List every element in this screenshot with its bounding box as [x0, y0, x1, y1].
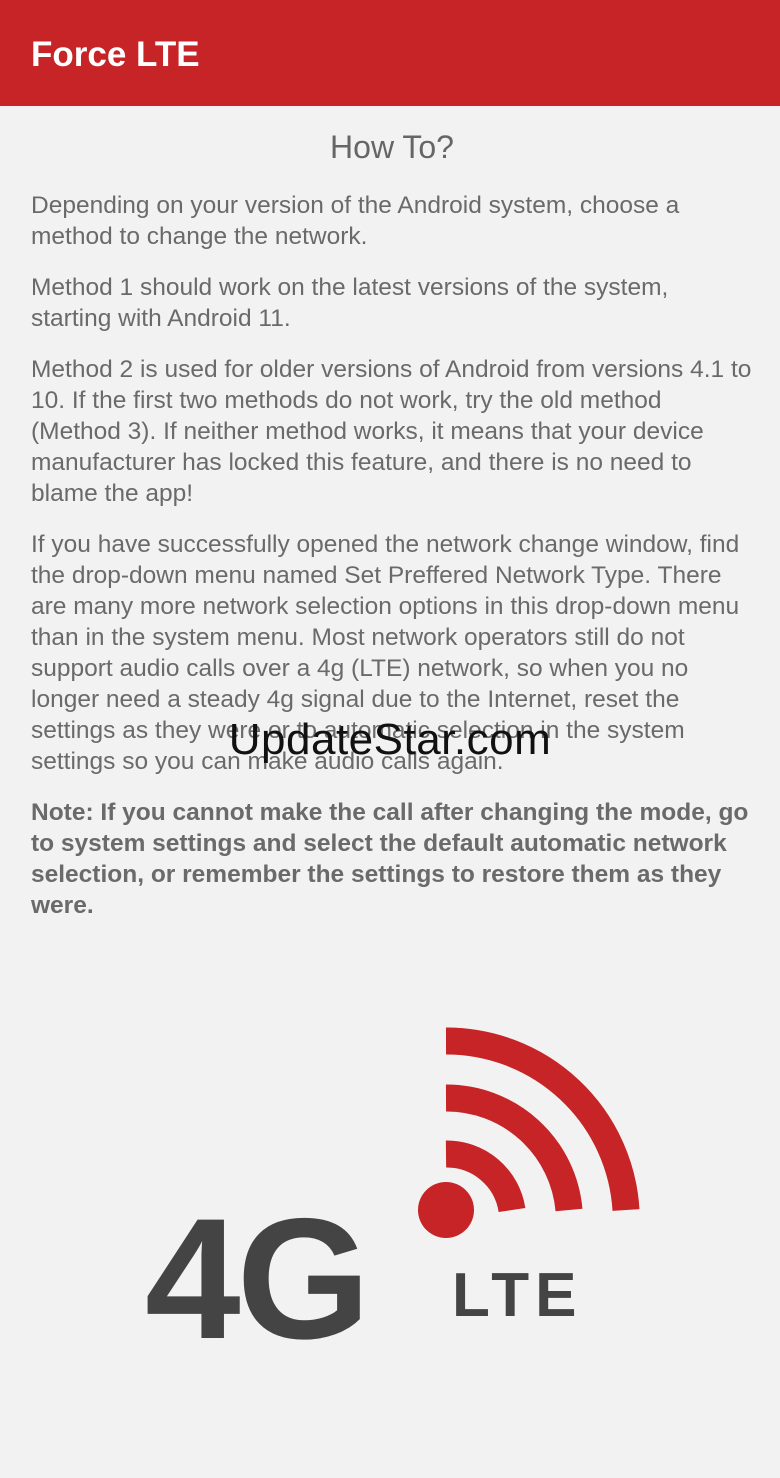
logo-lte-text: LTE: [452, 1261, 583, 1330]
page-heading: How To?: [330, 129, 454, 165]
paragraph-method-2: Method 2 is used for older versions of A…: [31, 356, 752, 507]
app-title: Force LTE: [31, 35, 200, 74]
paragraph-method-1: Method 1 should work on the latest versi…: [31, 274, 669, 332]
paragraph-intro: Depending on your version of the Android…: [31, 192, 680, 250]
signal-dot-icon: [418, 1182, 474, 1238]
4g-lte-logo: 4G LTE: [145, 1027, 640, 1350]
how-to-content: How To? Depending on your version of the…: [31, 106, 753, 941]
signal-waves-icon: [445, 1027, 640, 1213]
watermark: UpdateStar.com: [228, 715, 552, 764]
paragraph-note: Note: If you cannot make the call after …: [31, 799, 749, 919]
app-bar: Force LTE: [0, 0, 780, 106]
logo-4g-text: 4G: [145, 1183, 366, 1350]
